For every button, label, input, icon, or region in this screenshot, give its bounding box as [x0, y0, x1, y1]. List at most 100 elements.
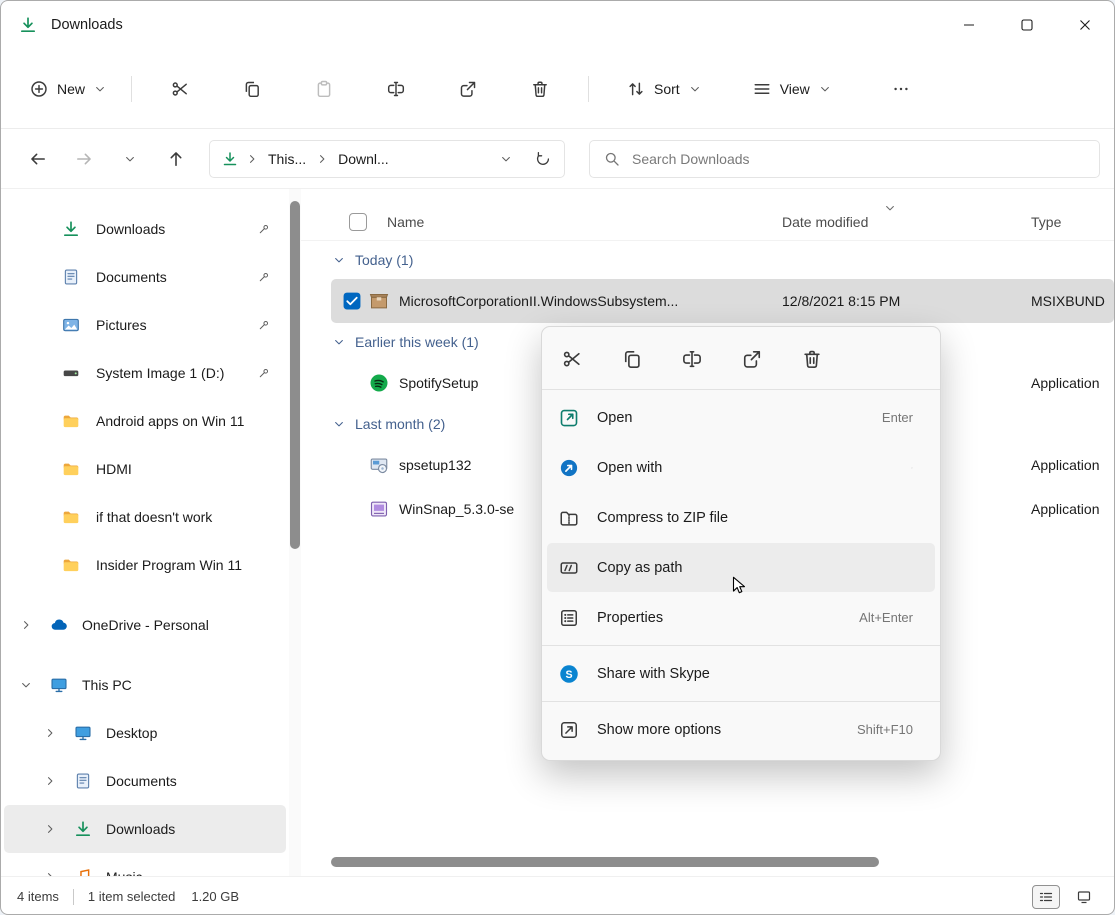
back-button[interactable] [21, 142, 55, 176]
sidebar-item-documents-tree[interactable]: Documents [4, 757, 286, 805]
delete-button[interactable] [520, 70, 560, 108]
delete-button[interactable] [794, 341, 830, 377]
sidebar-item-hdmi[interactable]: HDMI [4, 445, 286, 493]
new-button[interactable]: New [17, 71, 119, 107]
address-bar[interactable]: This... Downl... [209, 140, 565, 178]
skype-icon: S [559, 664, 579, 684]
document-icon [74, 772, 92, 790]
share-icon [742, 349, 762, 369]
toolbar-divider [588, 76, 589, 102]
up-button[interactable] [159, 142, 193, 176]
selection-size: 1.20 GB [191, 889, 239, 904]
search-icon [604, 151, 620, 167]
ellipsis-icon [892, 80, 910, 98]
share-button[interactable] [734, 341, 770, 377]
search-input[interactable] [632, 151, 1085, 167]
cut-button[interactable] [554, 341, 590, 377]
minimize-button[interactable] [940, 1, 998, 49]
menu-item-properties[interactable]: Properties Alt+Enter [547, 593, 935, 642]
sidebar-item-system-image[interactable]: System Image 1 (D:) [4, 349, 286, 397]
maximize-button[interactable] [998, 1, 1056, 49]
sidebar-item-if-that-doesnt-work[interactable]: if that doesn't work [4, 493, 286, 541]
cut-icon [562, 349, 582, 369]
column-header-date-modified[interactable]: Date modified [782, 214, 1031, 230]
cut-button[interactable] [160, 70, 200, 108]
sort-button[interactable]: Sort [615, 71, 713, 107]
checkbox-checked-icon[interactable] [343, 292, 361, 310]
sidebar-item-pictures-pinned[interactable]: Pictures [4, 301, 286, 349]
sidebar-scrollbar[interactable] [289, 189, 301, 876]
share-button[interactable] [448, 70, 488, 108]
sidebar-item-desktop[interactable]: Desktop [4, 709, 286, 757]
rename-button[interactable] [674, 341, 710, 377]
chevron-right-icon[interactable] [20, 619, 32, 631]
horizontal-scrollbar-thumb[interactable] [331, 857, 879, 867]
sidebar-item-downloads-tree[interactable]: Downloads [4, 805, 286, 853]
file-row-msix[interactable]: MicrosoftCorporationII.WindowsSubsystem.… [331, 279, 1114, 323]
chevron-down-icon[interactable] [20, 679, 32, 691]
winsnap-icon [369, 499, 389, 519]
paste-button[interactable] [304, 70, 344, 108]
sidebar-scrollbar-thumb[interactable] [290, 201, 300, 549]
large-icons-view-toggle[interactable] [1070, 885, 1098, 909]
open-with-icon [559, 458, 579, 478]
downloads-icon [222, 151, 238, 167]
search-box[interactable] [589, 140, 1100, 178]
status-bar: 4 items 1 item selected 1.20 GB [1, 876, 1114, 915]
menu-item-open-with[interactable]: Open with [547, 443, 935, 492]
menu-item-show-more-options[interactable]: Show more options Shift+F10 [547, 705, 935, 754]
folder-icon [62, 508, 80, 526]
details-view-toggle[interactable] [1032, 885, 1060, 909]
chevron-right-icon[interactable] [44, 727, 56, 739]
group-header-today[interactable]: Today (1) [301, 241, 1114, 279]
pin-icon [258, 271, 270, 283]
chevron-right-icon[interactable] [44, 871, 56, 876]
column-header-row: Name Date modified Type [301, 203, 1114, 241]
status-divider [73, 889, 74, 905]
breadcrumb-downloads[interactable]: Downl... [336, 151, 391, 167]
sidebar-item-insider-program[interactable]: Insider Program Win 11 [4, 541, 286, 589]
copy-button[interactable] [232, 70, 272, 108]
rename-button[interactable] [376, 70, 416, 108]
menu-shortcut: Enter [882, 410, 923, 425]
chevron-down-icon [500, 153, 512, 165]
sidebar-item-documents-pinned[interactable]: Documents [4, 253, 286, 301]
menu-item-open[interactable]: Open Enter [547, 393, 935, 442]
select-all-checkbox[interactable] [349, 213, 367, 231]
chevron-right-icon[interactable] [44, 775, 56, 787]
sidebar-item-android-apps[interactable]: Android apps on Win 11 [4, 397, 286, 445]
address-dropdown-button[interactable] [492, 142, 520, 176]
sidebar-item-downloads-pinned[interactable]: Downloads [4, 205, 286, 253]
sidebar-gap [1, 589, 289, 601]
recent-locations-button[interactable] [113, 142, 147, 176]
navigation-bar: This... Downl... [1, 129, 1114, 189]
breadcrumb-this-pc[interactable]: This... [266, 151, 308, 167]
menu-item-share-with-skype[interactable]: S Share with Skype [547, 649, 935, 698]
chevron-right-icon [316, 153, 328, 165]
folder-icon [62, 412, 80, 430]
view-button[interactable]: View [741, 71, 843, 107]
rename-icon [682, 349, 702, 369]
view-button-label: View [780, 81, 810, 97]
sidebar-item-onedrive[interactable]: OneDrive - Personal [4, 601, 286, 649]
menu-shortcut: Alt+Enter [859, 610, 923, 625]
chevron-right-icon[interactable] [44, 823, 56, 835]
spotify-icon [369, 373, 389, 393]
chevron-down-icon [689, 83, 701, 95]
sidebar-item-music[interactable]: Music [4, 853, 286, 876]
pin-icon [258, 223, 270, 235]
sidebar-item-this-pc[interactable]: This PC [4, 661, 286, 709]
close-button[interactable] [1056, 1, 1114, 49]
refresh-icon [535, 151, 551, 167]
msix-package-icon [369, 291, 389, 311]
column-header-type[interactable]: Type [1031, 214, 1114, 230]
chevron-right-icon [246, 153, 258, 165]
column-header-name[interactable]: Name [387, 214, 782, 230]
menu-item-compress-to-zip[interactable]: Compress to ZIP file [547, 493, 935, 542]
refresh-button[interactable] [528, 142, 558, 176]
file-date-modified: 12/8/2021 8:15 PM [782, 293, 1031, 309]
forward-button[interactable] [67, 142, 101, 176]
file-name: MicrosoftCorporationII.WindowsSubsystem.… [399, 293, 782, 309]
more-options-button[interactable] [881, 70, 921, 108]
copy-button[interactable] [614, 341, 650, 377]
